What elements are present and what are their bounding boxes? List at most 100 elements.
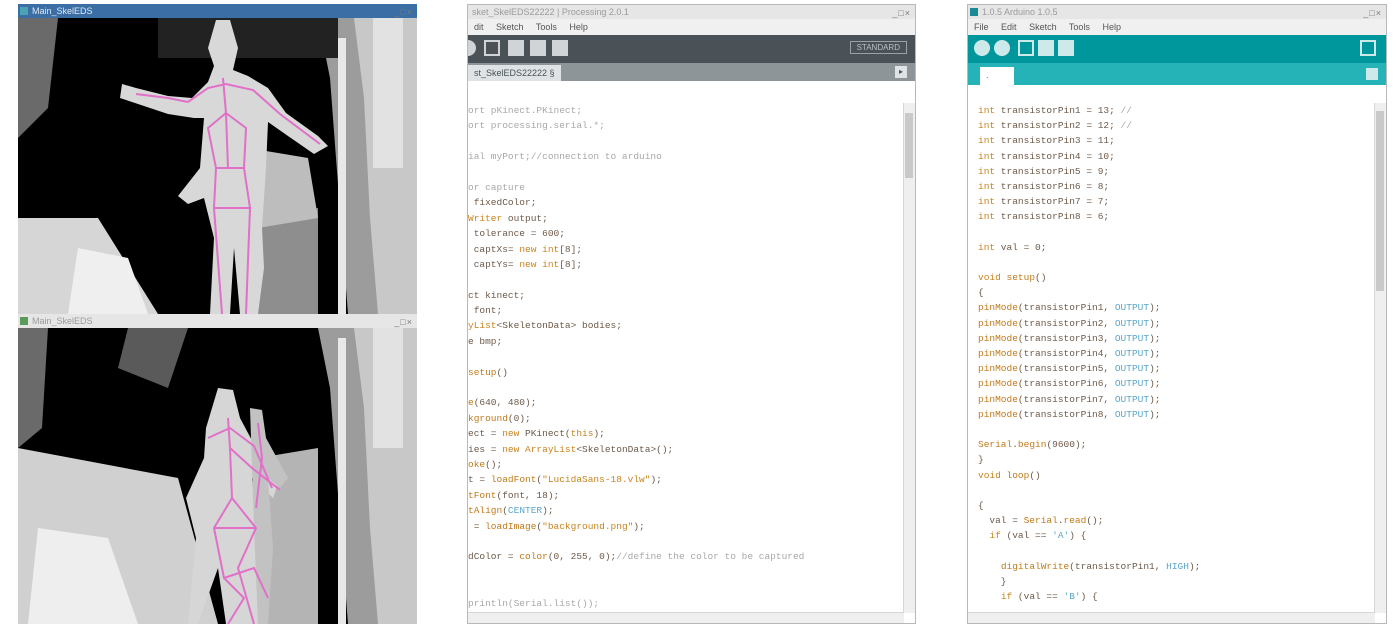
code-line[interactable]: digitalWrite(transistorPin1, HIGH); xyxy=(978,559,1374,574)
scrollbar-thumb[interactable] xyxy=(1376,111,1384,291)
code-line[interactable]: pinMode(transistorPin2, OUTPUT); xyxy=(978,316,1374,331)
code-line[interactable]: captXs= new int[8]; xyxy=(468,242,903,257)
code-line[interactable] xyxy=(978,422,1374,437)
menu-item-help[interactable]: Help xyxy=(569,22,588,32)
menu-item-sketch[interactable]: Sketch xyxy=(496,22,524,32)
code-line[interactable]: e bmp; xyxy=(468,334,903,349)
code-line[interactable] xyxy=(978,225,1374,240)
code-line[interactable] xyxy=(468,380,903,395)
code-line[interactable]: tAlign(CENTER); xyxy=(468,503,903,518)
code-line[interactable]: font; xyxy=(468,303,903,318)
code-line[interactable]: pinMode(transistorPin3, OUTPUT); xyxy=(978,331,1374,346)
new-button[interactable] xyxy=(484,40,500,56)
open-button[interactable] xyxy=(1038,40,1054,56)
code-line[interactable]: dColor = color(0, 255, 0);//define the c… xyxy=(468,549,903,564)
code-line[interactable]: pinMode(transistorPin1, OUTPUT); xyxy=(978,300,1374,315)
code-line[interactable] xyxy=(978,543,1374,558)
code-line[interactable]: ct kinect; xyxy=(468,288,903,303)
horizontal-scrollbar[interactable] xyxy=(968,612,1375,623)
code-line[interactable]: pinMode(transistorPin7, OUTPUT); xyxy=(978,392,1374,407)
window-controls[interactable]: _□× xyxy=(1363,6,1382,20)
code-line[interactable]: tFont(font, 18); xyxy=(468,488,903,503)
window-controls[interactable]: _□× xyxy=(394,315,413,329)
save-button[interactable] xyxy=(530,40,546,56)
arduino-code-editor[interactable]: int transistorPin1 = 13; //int transisto… xyxy=(968,103,1374,604)
vertical-scrollbar[interactable] xyxy=(903,103,915,613)
code-line[interactable]: yList<SkeletonData> bodies; xyxy=(468,318,903,333)
code-line[interactable]: or capture xyxy=(468,180,903,195)
code-line[interactable]: { xyxy=(978,498,1374,513)
save-button[interactable] xyxy=(1058,40,1074,56)
code-line[interactable]: pinMode(transistorPin8, OUTPUT); xyxy=(978,407,1374,422)
code-line[interactable]: oke(); xyxy=(468,457,903,472)
scrollbar-thumb[interactable] xyxy=(905,113,913,178)
code-line[interactable]: } xyxy=(978,452,1374,467)
code-line[interactable]: ies = new ArrayList<SkeletonData>(); xyxy=(468,442,903,457)
code-line[interactable] xyxy=(468,580,903,595)
menu-item-edit[interactable]: dit xyxy=(474,22,484,32)
window-controls[interactable]: _□× xyxy=(394,5,413,19)
processing-code-editor[interactable]: ort pKinect.PKinect; ort processing.seria… xyxy=(468,103,903,611)
code-line[interactable] xyxy=(468,565,903,580)
code-line[interactable]: int transistorPin4 = 10; xyxy=(978,149,1374,164)
code-line[interactable]: { xyxy=(978,285,1374,300)
code-line[interactable]: val = Serial.read(); xyxy=(978,513,1374,528)
code-line[interactable]: if (val == 'A') { xyxy=(978,528,1374,543)
code-line[interactable] xyxy=(468,165,903,180)
serial-monitor-button[interactable] xyxy=(1360,40,1376,56)
tab-menu-button[interactable]: ▸ xyxy=(895,66,907,78)
vertical-scrollbar[interactable] xyxy=(1374,103,1386,613)
code-line[interactable] xyxy=(468,349,903,364)
code-line[interactable]: int val = 0; xyxy=(978,240,1374,255)
code-line[interactable]: int transistorPin1 = 13; // xyxy=(978,103,1374,118)
code-line[interactable]: ort processing.serial.*; xyxy=(468,118,903,133)
stop-button[interactable] xyxy=(468,40,476,56)
code-line[interactable]: tolerance = 600; xyxy=(468,226,903,241)
tab-sketch[interactable]: . xyxy=(980,67,1014,85)
code-line[interactable]: int transistorPin8 = 6; xyxy=(978,209,1374,224)
code-line[interactable]: int transistorPin7 = 7; xyxy=(978,194,1374,209)
code-line[interactable]: t = loadFont("LucidaSans-18.vlw"); xyxy=(468,472,903,487)
code-line[interactable] xyxy=(468,534,903,549)
code-line[interactable]: ial myPort;//connection to arduino xyxy=(468,149,903,164)
code-line[interactable]: captYs= new int[8]; xyxy=(468,257,903,272)
code-line[interactable]: setup() xyxy=(468,365,903,380)
code-line[interactable]: ort pKinect.PKinect; xyxy=(468,103,903,118)
code-line[interactable]: Serial.begin(9600); xyxy=(978,437,1374,452)
window-controls[interactable]: _□× xyxy=(892,6,911,20)
code-line[interactable]: fixedColor; xyxy=(468,195,903,210)
code-line[interactable]: int transistorPin5 = 9; xyxy=(978,164,1374,179)
horizontal-scrollbar[interactable] xyxy=(468,612,904,623)
new-button[interactable] xyxy=(1018,40,1034,56)
code-line[interactable]: int transistorPin2 = 12; // xyxy=(978,118,1374,133)
code-line[interactable] xyxy=(468,272,903,287)
menu-item-file[interactable]: File xyxy=(974,22,989,32)
tab-menu-button[interactable] xyxy=(1366,68,1378,80)
code-line[interactable]: ect = new PKinect(this); xyxy=(468,426,903,441)
menu-item-help[interactable]: Help xyxy=(1102,22,1121,32)
open-button[interactable] xyxy=(508,40,524,56)
code-line[interactable] xyxy=(468,134,903,149)
export-button[interactable] xyxy=(552,40,568,56)
verify-button[interactable] xyxy=(974,40,990,56)
code-line[interactable]: pinMode(transistorPin6, OUTPUT); xyxy=(978,376,1374,391)
code-line[interactable]: int transistorPin3 = 11; xyxy=(978,133,1374,148)
tab-sketch[interactable]: st_SkelEDS22222 § xyxy=(468,65,561,81)
mode-button[interactable]: STANDARD xyxy=(849,41,907,54)
menu-item-tools[interactable]: Tools xyxy=(536,22,557,32)
upload-button[interactable] xyxy=(994,40,1010,56)
code-line[interactable]: = loadImage("background.png"); xyxy=(468,519,903,534)
code-line[interactable]: println(Serial.list()); xyxy=(468,596,903,611)
code-line[interactable]: if (val == 'B') { xyxy=(978,589,1374,604)
code-line[interactable] xyxy=(978,483,1374,498)
menu-item-tools[interactable]: Tools xyxy=(1069,22,1090,32)
code-line[interactable]: kground(0); xyxy=(468,411,903,426)
code-line[interactable]: } xyxy=(978,574,1374,589)
code-line[interactable] xyxy=(978,255,1374,270)
code-line[interactable]: void loop() xyxy=(978,468,1374,483)
code-line[interactable]: void setup() xyxy=(978,270,1374,285)
menu-item-sketch[interactable]: Sketch xyxy=(1029,22,1057,32)
code-line[interactable]: pinMode(transistorPin5, OUTPUT); xyxy=(978,361,1374,376)
code-line[interactable]: e(640, 480); xyxy=(468,395,903,410)
code-line[interactable]: Writer output; xyxy=(468,211,903,226)
